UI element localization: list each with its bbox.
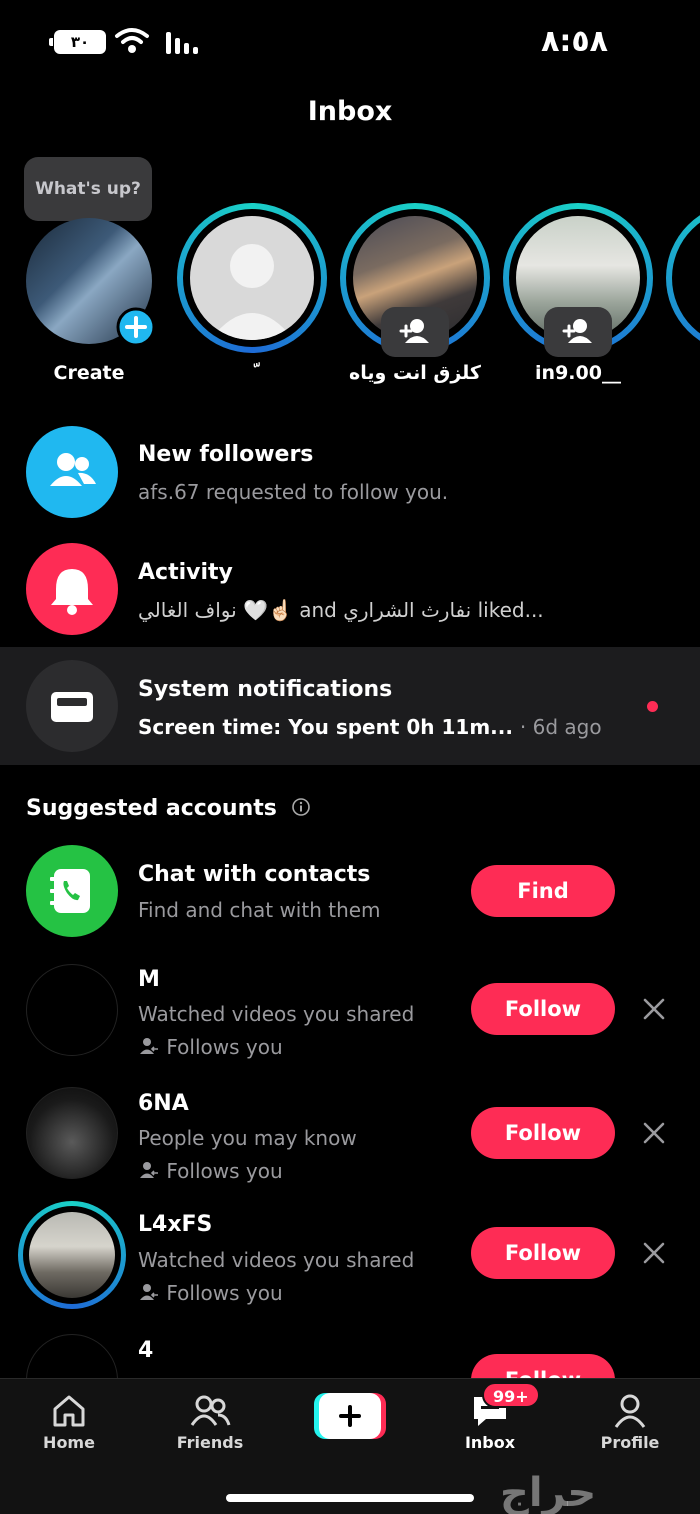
add-friend-icon	[562, 319, 592, 343]
info-icon[interactable]	[291, 797, 311, 817]
account-name: L4xFS	[138, 1212, 213, 1237]
suggested-account-row[interactable]: 6NA People you may know Follows you Foll…	[0, 1082, 700, 1194]
activity-avatar	[26, 543, 118, 635]
follows-you-label: Follows you	[138, 1281, 283, 1305]
wifi-icon	[115, 28, 149, 53]
friends-icon	[190, 1395, 231, 1426]
follow-button[interactable]: Follow	[471, 1107, 615, 1159]
follow-button[interactable]: Follow	[471, 1227, 615, 1279]
profile-icon	[614, 1394, 646, 1428]
story-item[interactable]	[666, 203, 700, 353]
create-plus-icon	[314, 1393, 386, 1439]
contacts-title: Chat with contacts	[138, 862, 371, 887]
home-icon	[53, 1395, 85, 1427]
row-title: Activity	[138, 560, 233, 585]
account-avatar	[29, 1212, 115, 1298]
suggested-account-row[interactable]: 4 Follow	[0, 1326, 700, 1378]
row-title: System notifications	[138, 677, 393, 702]
story-label: in9.00__	[535, 362, 621, 384]
story-label: كلزق انت وياه	[349, 362, 481, 384]
account-reason: Watched videos you shared	[138, 1248, 415, 1272]
unread-dot	[647, 701, 658, 712]
page-title: Inbox	[307, 96, 393, 127]
row-subtitle: afs.67 requested to follow you.	[138, 480, 449, 504]
nav-profile[interactable]: Profile	[575, 1393, 685, 1459]
row-time: · 6d ago	[519, 715, 602, 739]
account-reason: People you may know	[138, 1126, 357, 1150]
suggested-account-row[interactable]: M Watched videos you shared Follows you …	[0, 958, 700, 1070]
close-icon[interactable]	[640, 995, 668, 1023]
nav-create-button[interactable]	[314, 1393, 386, 1439]
row-title: New followers	[138, 442, 314, 467]
chat-with-contacts-row[interactable]: Chat with contacts Find and chat with th…	[0, 840, 700, 944]
plus-icon[interactable]	[116, 307, 156, 347]
close-icon[interactable]	[640, 1119, 668, 1147]
story-item[interactable]	[177, 203, 327, 353]
phone-book-icon	[50, 869, 90, 913]
suggested-account-row[interactable]: L4xFS Watched videos you shared Follows …	[0, 1201, 700, 1314]
contacts-subtitle: Find and chat with them	[138, 898, 381, 922]
account-name: M	[138, 967, 160, 992]
story-item[interactable]	[503, 203, 653, 357]
account-avatar	[26, 1087, 118, 1179]
watermark-logo: حراج	[500, 1470, 597, 1514]
activity-row[interactable]: Activity نواف الغالي 🤍☝🏻 and نفارث الشرا…	[0, 536, 700, 646]
inbox-badge: 99+	[482, 1382, 540, 1408]
person-arrow-icon	[140, 1038, 158, 1054]
row-subtitle: نواف الغالي 🤍☝🏻 and نفارث الشراري liked.…	[138, 598, 544, 622]
account-name: 6NA	[138, 1091, 189, 1116]
person-arrow-icon	[140, 1162, 158, 1178]
system-notifications-row[interactable]: System notifications Screen time: You sp…	[0, 647, 700, 765]
close-icon[interactable]	[640, 1239, 668, 1267]
follows-you-label: Follows you	[138, 1159, 283, 1183]
find-button[interactable]: Find	[471, 865, 615, 917]
nav-home[interactable]: Home	[14, 1393, 124, 1459]
follows-you-label: Follows you	[138, 1035, 283, 1059]
people-icon	[50, 453, 96, 486]
new-followers-avatar	[26, 426, 118, 518]
story-create[interactable]	[14, 203, 164, 353]
story-label: Create	[53, 362, 125, 384]
follow-button[interactable]: Follow	[471, 1354, 615, 1378]
follow-button[interactable]: Follow	[471, 983, 615, 1035]
battery-indicator: ٣٠	[49, 30, 106, 54]
home-indicator[interactable]	[226, 1494, 474, 1502]
inbox-tray-icon	[51, 692, 93, 722]
story-item[interactable]	[340, 203, 490, 357]
row-subtitle: Screen time: You spent 0h 11m... · 6d ag…	[138, 715, 602, 739]
person-arrow-icon	[140, 1284, 158, 1300]
add-friend-button[interactable]	[544, 307, 612, 357]
account-reason: Watched videos you shared	[138, 1002, 415, 1026]
story-label: ّ	[172, 362, 332, 384]
status-time: ٨:٥٨	[541, 24, 608, 59]
add-friend-icon	[399, 319, 429, 343]
system-notifications-avatar	[26, 660, 118, 752]
suggested-accounts-title: Suggested accounts	[26, 796, 311, 821]
signal-icon	[166, 32, 198, 54]
account-name: 4	[138, 1338, 154, 1363]
nav-friends[interactable]: Friends	[155, 1393, 265, 1459]
status-bar: ٣٠ ٨:٥٨	[0, 0, 700, 84]
account-avatar	[26, 1334, 118, 1378]
new-followers-row[interactable]: New followers afs.67 requested to follow…	[0, 418, 700, 528]
account-avatar	[26, 964, 118, 1056]
user-placeholder-icon	[210, 244, 294, 340]
story-avatar	[190, 216, 314, 340]
add-friend-button[interactable]	[381, 307, 449, 357]
bell-icon	[51, 569, 93, 615]
contacts-avatar	[26, 845, 118, 937]
